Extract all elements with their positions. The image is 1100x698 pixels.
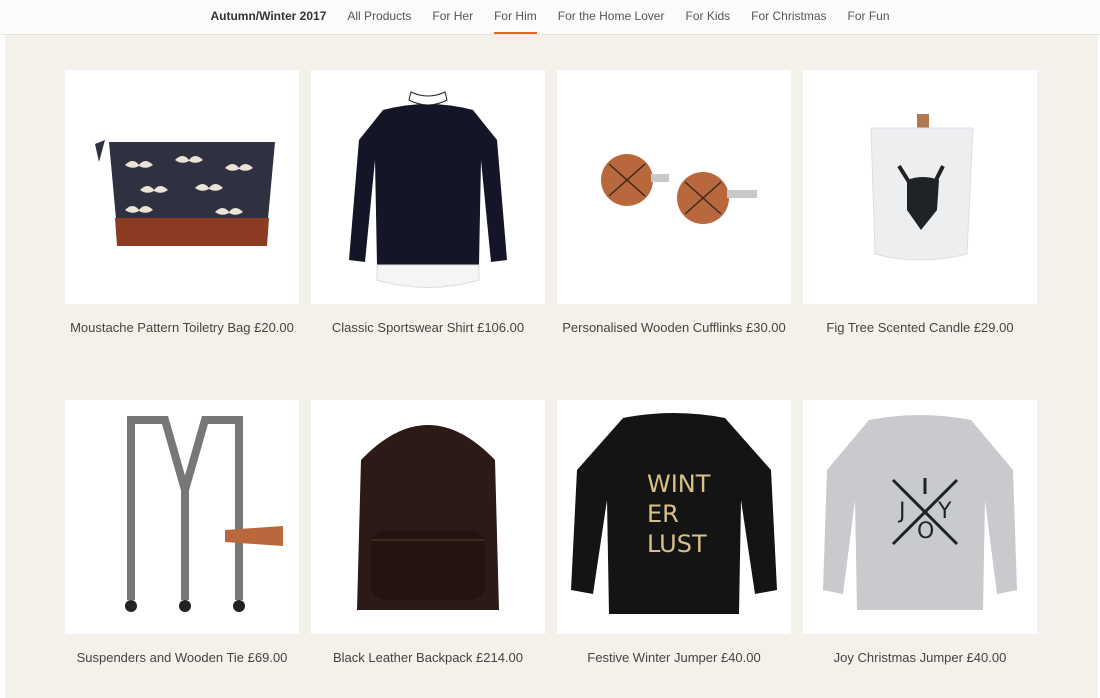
product-card-toiletry-bag[interactable] xyxy=(65,70,299,304)
tab-for-him[interactable]: For Him xyxy=(484,0,548,34)
product-caption[interactable]: Festive Winter Jumper £40.00 xyxy=(544,650,804,665)
tab-all-products[interactable]: All Products xyxy=(337,0,422,34)
jumper-print-letter: Y xyxy=(937,499,952,524)
tab-for-her[interactable]: For Her xyxy=(422,0,484,34)
product-caption[interactable]: Black Leather Backpack £214.00 xyxy=(298,650,558,665)
product-card-suspenders[interactable] xyxy=(65,400,299,634)
product-grid: Moustache Pattern Toiletry Bag £20.00 Cl… xyxy=(5,35,1098,698)
product-caption[interactable]: Fig Tree Scented Candle £29.00 xyxy=(790,320,1050,335)
product-card-backpack[interactable] xyxy=(311,400,545,634)
cufflinks-image xyxy=(601,154,757,224)
candle-image xyxy=(870,114,974,261)
jumper-print-letter: J xyxy=(897,499,906,524)
category-nav: Autumn/Winter 2017 All Products For Her … xyxy=(0,0,1100,35)
tab-autumn-winter-2017[interactable]: Autumn/Winter 2017 xyxy=(200,0,337,34)
product-caption[interactable]: Personalised Wooden Cufflinks £30.00 xyxy=(544,320,804,335)
product-card-candle[interactable] xyxy=(803,70,1037,304)
toiletry-bag-image xyxy=(95,140,275,246)
shirt-image xyxy=(349,91,507,288)
jumper-print-line: LUST xyxy=(647,530,707,558)
product-card-joy-jumper[interactable]: J Y O xyxy=(803,400,1037,634)
tab-for-kids[interactable]: For Kids xyxy=(675,0,741,34)
joy-jumper-image: J Y O xyxy=(823,415,1017,610)
product-caption[interactable]: Moustache Pattern Toiletry Bag £20.00 xyxy=(52,320,312,335)
tab-for-the-home-lover[interactable]: For the Home Lover xyxy=(547,0,675,34)
product-card-cufflinks[interactable] xyxy=(557,70,791,304)
product-card-shirt[interactable] xyxy=(311,70,545,304)
jumper-print-letter: O xyxy=(917,519,934,544)
backpack-image xyxy=(357,425,499,610)
product-caption[interactable]: Joy Christmas Jumper £40.00 xyxy=(790,650,1050,665)
product-caption[interactable]: Classic Sportswear Shirt £106.00 xyxy=(298,320,558,335)
tab-for-christmas[interactable]: For Christmas xyxy=(741,0,837,34)
product-card-winter-jumper[interactable]: WINT ER LUST xyxy=(557,400,791,634)
jumper-print-line: WINT xyxy=(647,470,711,498)
suspenders-image xyxy=(125,416,283,612)
winter-jumper-image: WINT ER LUST xyxy=(571,413,777,614)
jumper-print-line: ER xyxy=(647,500,679,528)
product-caption[interactable]: Suspenders and Wooden Tie £69.00 xyxy=(52,650,312,665)
tab-for-fun[interactable]: For Fun xyxy=(837,0,900,34)
